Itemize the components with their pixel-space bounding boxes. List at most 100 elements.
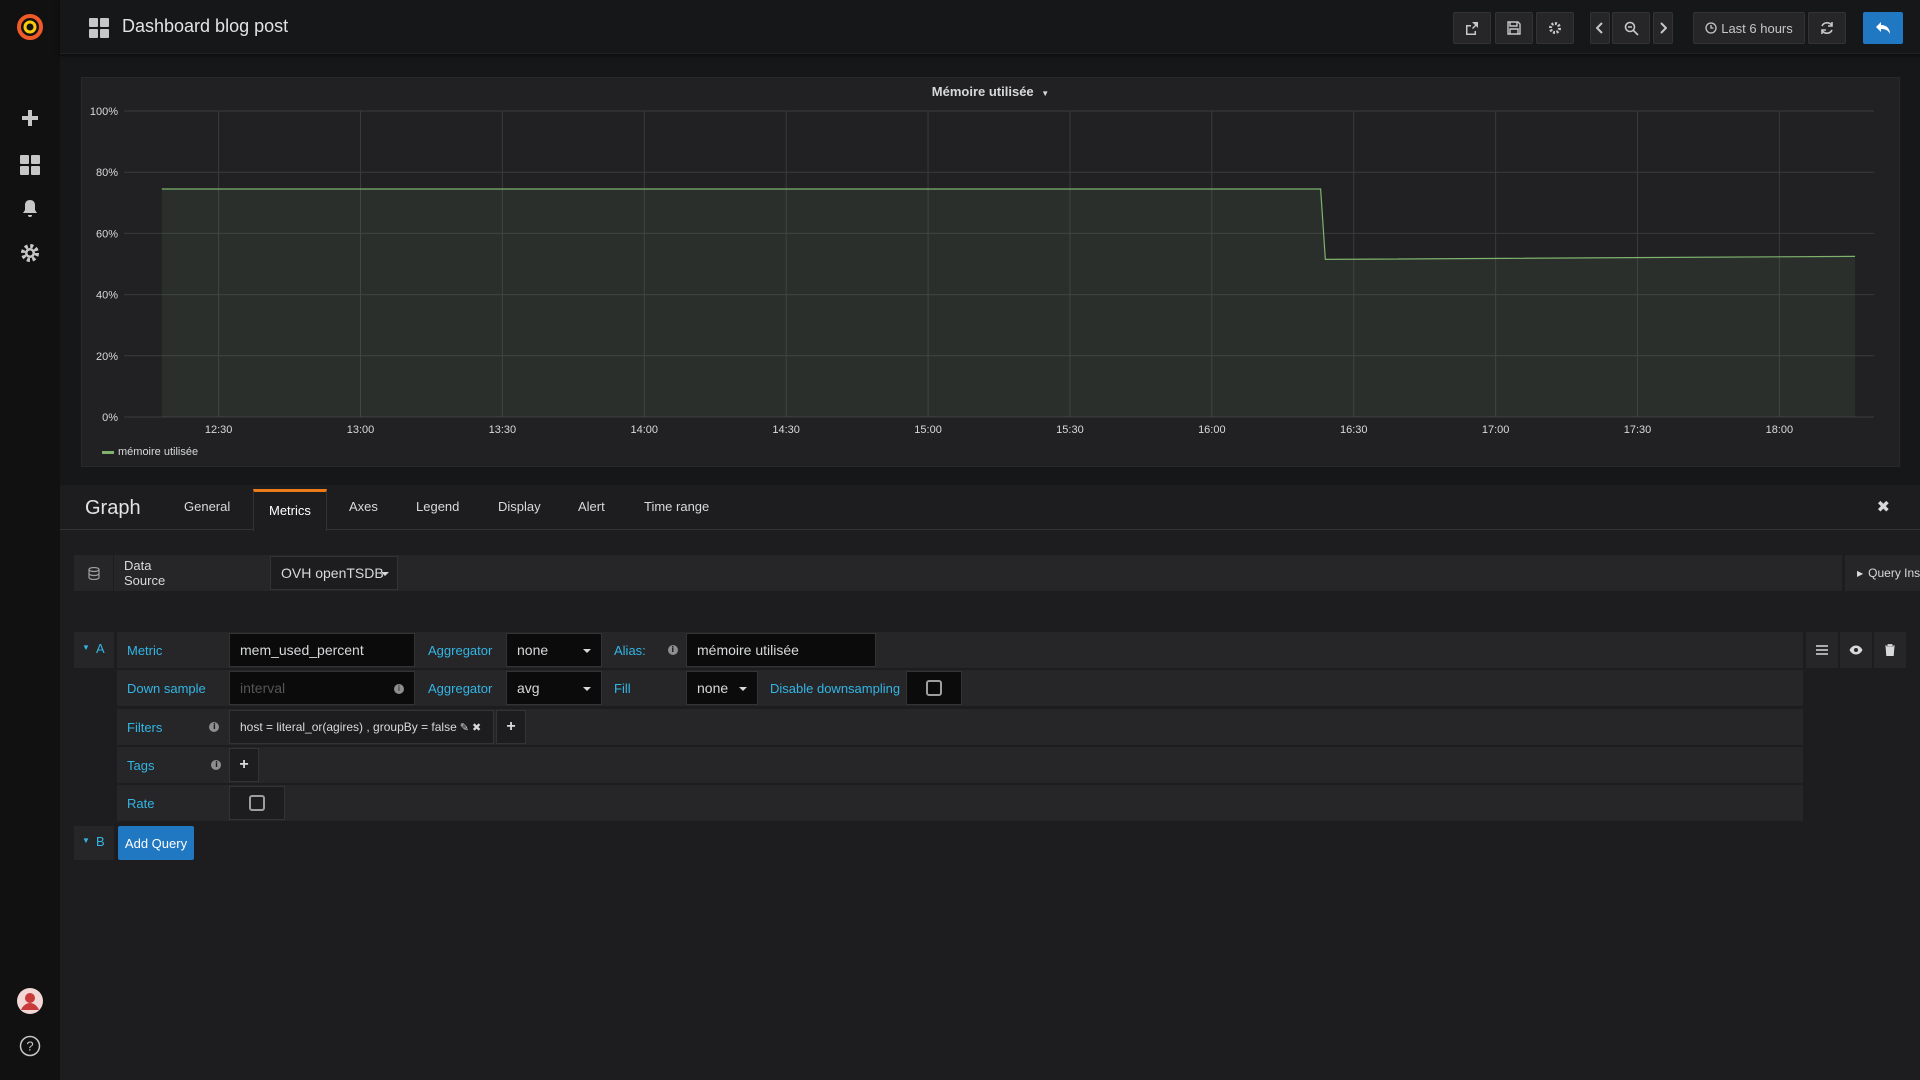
fill-value: none xyxy=(697,680,729,696)
metric-value: mem_used_percent xyxy=(240,642,364,658)
x-tick-label: 15:30 xyxy=(1056,424,1084,436)
panel-title[interactable]: Mémoire utilisée ▼ xyxy=(82,84,1899,99)
info-icon[interactable]: i xyxy=(209,722,220,732)
filter-chip[interactable]: host = literal_or(agires) , groupBy = fa… xyxy=(229,710,494,744)
delete-query-button[interactable] xyxy=(1874,632,1906,668)
query-menu-button[interactable] xyxy=(1806,632,1838,668)
add-query-button[interactable]: Add Query xyxy=(118,826,194,860)
alias-label-cell: Alias: i xyxy=(604,632,684,668)
chevron-down-icon: ▼ xyxy=(1041,89,1050,98)
time-picker-button[interactable]: Last 6 hours xyxy=(1693,12,1805,44)
add-tag-button[interactable]: + xyxy=(229,748,259,782)
zoom-out-button[interactable] xyxy=(1612,12,1650,44)
tab-legend[interactable]: Legend xyxy=(416,499,459,514)
share-button[interactable] xyxy=(1453,12,1491,44)
panel-editor: Graph General Metrics Axes Legend Displa… xyxy=(60,485,1920,1080)
zoom-out-icon xyxy=(1624,21,1639,36)
y-tick-label: 20% xyxy=(96,351,118,363)
time-back-button[interactable] xyxy=(1590,12,1610,44)
rate-cell xyxy=(229,786,285,820)
downsample-input[interactable]: interval i xyxy=(229,671,415,705)
datasource-row: Data Source OVH openTSDB xyxy=(74,555,1842,591)
alias-input[interactable]: mémoire utilisée xyxy=(686,633,876,667)
x-tick-label: 14:30 xyxy=(772,424,800,436)
refresh-button[interactable] xyxy=(1808,12,1846,44)
tab-axes[interactable]: Axes xyxy=(349,499,378,514)
aggregator-label: Aggregator xyxy=(418,632,504,668)
editor-title: Graph xyxy=(85,497,141,519)
time-range-label: Last 6 hours xyxy=(1721,20,1793,36)
sidebar: ? xyxy=(0,0,60,1080)
save-button[interactable] xyxy=(1495,12,1533,44)
metric-input[interactable]: mem_used_percent xyxy=(229,633,415,667)
filters-label: Filters xyxy=(127,719,163,735)
panel-title-text: Mémoire utilisée xyxy=(931,84,1034,99)
x-tick-label: 15:00 xyxy=(914,424,942,436)
gear-icon[interactable] xyxy=(0,238,60,266)
query-a-rate-row: Rate xyxy=(117,785,1803,821)
chevron-left-icon xyxy=(1596,22,1603,34)
dashboard-title[interactable]: Dashboard blog post xyxy=(122,16,288,37)
plus-icon: + xyxy=(506,718,516,735)
help-icon[interactable]: ? xyxy=(0,1031,60,1059)
close-icon[interactable]: ✖ xyxy=(1877,497,1890,517)
tab-alert[interactable]: Alert xyxy=(578,499,605,514)
aggregator-select[interactable]: none xyxy=(506,633,602,667)
legend-swatch xyxy=(102,450,114,454)
rate-label: Rate xyxy=(117,785,227,821)
x-tick-label: 16:30 xyxy=(1340,424,1368,436)
caret-down-icon: ▼ xyxy=(82,643,90,652)
time-forward-button[interactable] xyxy=(1653,12,1673,44)
back-to-dashboard-button[interactable] xyxy=(1863,12,1903,44)
tab-time-range[interactable]: Time range xyxy=(644,499,709,514)
chart-legend[interactable]: mémoire utilisée xyxy=(102,446,198,458)
hamburger-icon xyxy=(1816,645,1828,655)
query-b-letter: B xyxy=(96,834,105,849)
aggregator-value: none xyxy=(517,642,549,658)
filters-label-cell: Filters i xyxy=(117,709,227,745)
filter-value: host = literal_or(agires) , groupBy = fa… xyxy=(240,720,457,734)
query-a-metric-row: Metric mem_used_percent Aggregator none … xyxy=(117,632,1803,668)
settings-button[interactable] xyxy=(1536,12,1574,44)
plus-icon: + xyxy=(239,756,249,773)
top-navbar: Dashboard blog post Last 6 hours xyxy=(60,0,1920,54)
cog-icon xyxy=(1549,22,1561,34)
add-filter-button[interactable]: + xyxy=(496,710,526,744)
grafana-logo[interactable] xyxy=(0,12,60,42)
info-icon[interactable]: i xyxy=(394,684,404,694)
downsample-label: Down sample xyxy=(117,670,227,706)
rate-checkbox[interactable] xyxy=(249,795,265,811)
datasource-select[interactable]: OVH openTSDB xyxy=(270,556,398,590)
fill-label: Fill xyxy=(604,670,684,706)
toggle-visibility-button[interactable] xyxy=(1840,632,1872,668)
dashboards-icon[interactable] xyxy=(0,150,60,178)
info-icon[interactable]: i xyxy=(211,760,222,770)
fill-select[interactable]: none xyxy=(686,671,758,705)
y-tick-label: 0% xyxy=(102,412,118,424)
caret-down-icon xyxy=(583,687,591,691)
pencil-icon[interactable]: ✎ xyxy=(460,721,469,734)
query-a-toggle[interactable]: ▼ A xyxy=(74,632,114,668)
info-icon[interactable]: i xyxy=(667,645,678,655)
tab-metrics[interactable]: Metrics xyxy=(253,489,327,531)
tab-display[interactable]: Display xyxy=(498,499,541,514)
remove-icon[interactable]: ✖ xyxy=(472,721,481,734)
query-inspector-button[interactable]: ▶ Query Inspector xyxy=(1845,555,1920,591)
y-tick-label: 80% xyxy=(96,167,118,179)
downsample-aggregator-select[interactable]: avg xyxy=(506,671,602,705)
alias-value: mémoire utilisée xyxy=(697,642,799,658)
disable-downsampling-checkbox[interactable] xyxy=(926,680,942,696)
tab-general[interactable]: General xyxy=(184,499,230,514)
datasource-value: OVH openTSDB xyxy=(281,565,384,581)
reply-icon xyxy=(1876,22,1890,34)
x-tick-label: 12:30 xyxy=(205,424,233,436)
bell-icon[interactable] xyxy=(0,194,60,222)
query-b-toggle[interactable]: ▼ B xyxy=(74,826,114,860)
editor-tabs: Graph General Metrics Axes Legend Displa… xyxy=(60,485,1920,531)
alias-label: Alias: xyxy=(614,642,646,658)
caret-right-icon: ▶ xyxy=(1857,568,1864,578)
tags-label: Tags xyxy=(127,757,155,773)
plus-icon[interactable] xyxy=(0,103,60,131)
avatar[interactable] xyxy=(0,986,60,1015)
x-tick-label: 13:30 xyxy=(489,424,517,436)
